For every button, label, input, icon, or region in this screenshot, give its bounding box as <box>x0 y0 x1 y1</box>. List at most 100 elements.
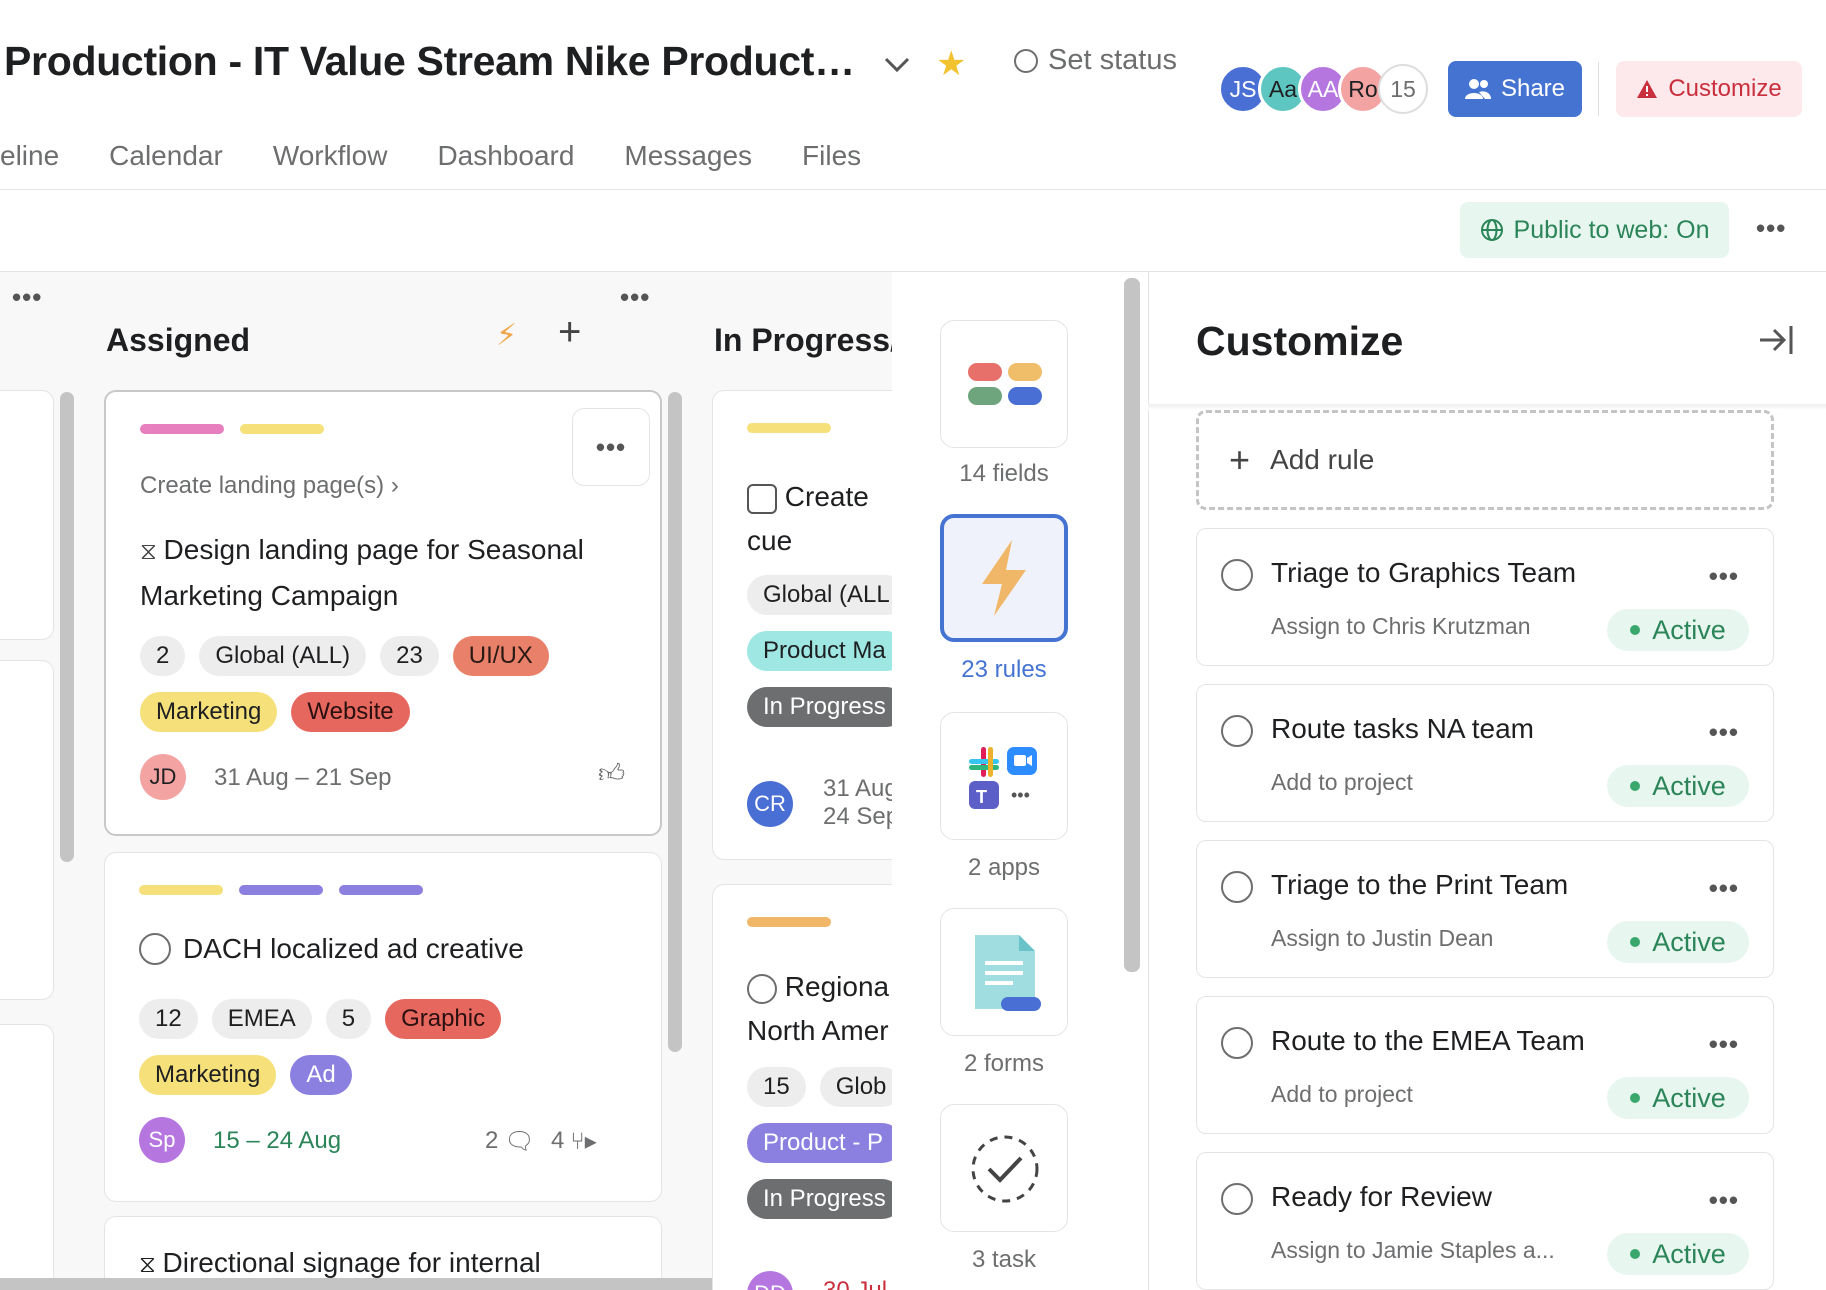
status-badge: Active <box>1607 1233 1749 1275</box>
column-more-icon[interactable]: ••• <box>620 282 650 313</box>
task-templates-tile[interactable] <box>940 1104 1068 1232</box>
like-icon[interactable]: 👍︎ <box>598 758 625 789</box>
task-card[interactable]: DACH localized ad creative 12 EMEA 5 Gra… <box>104 852 662 1202</box>
rule-card[interactable]: Route tasks NA team ••• Add to project A… <box>1196 684 1774 822</box>
chevron-down-icon[interactable] <box>880 50 914 80</box>
rules-tile[interactable] <box>940 514 1068 642</box>
card-more-button[interactable]: ••• <box>572 408 650 486</box>
status-circle-icon <box>1014 48 1038 73</box>
forms-tile[interactable] <box>940 908 1068 1036</box>
avatar[interactable]: CR <box>747 781 793 827</box>
hourglass-icon: ⧖ <box>140 538 164 565</box>
apps-tile[interactable]: T ••• <box>940 712 1068 840</box>
rule-card[interactable]: Route to the EMEA Team ••• Add to projec… <box>1196 996 1774 1134</box>
rule-card[interactable]: Ready for Review ••• Assign to Jamie Sta… <box>1196 1152 1774 1290</box>
due-dates[interactable]: 31 Aug – 21 Sep <box>214 764 392 792</box>
add-task-icon[interactable]: + <box>558 310 581 355</box>
add-rule-button[interactable]: + Add rule <box>1196 410 1774 510</box>
scrollbar[interactable] <box>1124 278 1140 972</box>
check-circle-icon[interactable] <box>747 973 777 1004</box>
tab-messages[interactable]: Messages <box>624 140 752 172</box>
parent-task-link[interactable]: Create landing page(s) › <box>140 472 399 500</box>
project-title[interactable]: Production - IT Value Stream Nike Produc… <box>4 38 864 85</box>
tab-timeline[interactable]: eline <box>0 140 59 172</box>
due-dates[interactable]: 30 Jul <box>823 1277 887 1290</box>
tab-calendar[interactable]: Calendar <box>109 140 223 172</box>
rules-label: 23 rules <box>961 656 1047 683</box>
tab-dashboard[interactable]: Dashboard <box>437 140 574 172</box>
avatar[interactable]: Sp <box>139 1117 185 1163</box>
avatar[interactable]: DD <box>747 1271 793 1290</box>
panel-title: Customize <box>1196 318 1404 364</box>
card-title: Create cue <box>747 481 869 556</box>
share-button[interactable]: Share <box>1448 61 1582 117</box>
tag: Marketing <box>139 1055 277 1095</box>
card-partial[interactable] <box>0 390 54 640</box>
set-status-button[interactable]: Set status <box>1014 44 1177 77</box>
rule-more-icon[interactable]: ••• <box>1709 873 1739 904</box>
more-options-icon[interactable]: ••• <box>1756 213 1786 244</box>
svg-text:T: T <box>976 787 987 807</box>
lightning-icon[interactable]: ⚡ <box>496 318 517 353</box>
card-partial[interactable] <box>0 1024 54 1290</box>
view-tabs: eline Calendar Workflow Dashboard Messag… <box>0 140 911 172</box>
avatar[interactable]: JD <box>140 754 186 800</box>
task-card[interactable]: Regiona North Amer 15 Glob Product - P In… <box>712 884 892 1290</box>
rule-more-icon[interactable]: ••• <box>1709 561 1739 592</box>
task-card[interactable]: Create cue Global (ALL Product Ma In Prog… <box>712 390 892 860</box>
tag: Marketing <box>140 692 278 732</box>
tag: Glob <box>819 1067 892 1107</box>
column-more-icon[interactable]: ••• <box>12 282 42 313</box>
member-avatars[interactable]: JS Aa AA Ro 15 <box>1218 64 1428 114</box>
color-bars <box>747 917 831 927</box>
member-count[interactable]: 15 <box>1378 64 1428 114</box>
public-to-web-button[interactable]: Public to web: On <box>1460 202 1729 258</box>
color-bars <box>139 885 423 895</box>
customize-button[interactable]: Customize <box>1616 61 1802 117</box>
color-bars <box>747 423 831 433</box>
tag: Website <box>291 692 410 732</box>
tag: Product - P <box>747 1123 892 1163</box>
color-bars <box>140 424 324 434</box>
card-partial[interactable] <box>0 660 54 1000</box>
rule-card[interactable]: Triage to the Print Team ••• Assign to J… <box>1196 840 1774 978</box>
fields-icon <box>968 363 1042 405</box>
status-badge: Active <box>1607 609 1749 651</box>
rule-more-icon[interactable]: ••• <box>1709 1029 1739 1060</box>
tag: UI/UX <box>452 636 549 676</box>
star-icon[interactable]: ★ <box>936 44 966 84</box>
rule-action: Assign to Chris Krutzman <box>1271 613 1531 639</box>
rule-more-icon[interactable]: ••• <box>1709 717 1739 748</box>
chevron-circle-icon[interactable] <box>1221 559 1253 591</box>
tag: Ad <box>290 1055 352 1095</box>
subtask-count[interactable]: 4 ⑂▸ <box>551 1127 597 1156</box>
comment-count[interactable]: 2 🗨︎ <box>485 1127 535 1156</box>
tag: Global (ALL) <box>199 636 367 676</box>
chevron-circle-icon[interactable] <box>1221 1183 1253 1215</box>
rule-card[interactable]: Triage to Graphics Team ••• Assign to Ch… <box>1196 528 1774 666</box>
chevron-circle-icon[interactable] <box>1221 1027 1253 1059</box>
tag: Product Ma <box>747 631 892 671</box>
rule-more-icon[interactable]: ••• <box>1709 1185 1739 1216</box>
chevron-circle-icon[interactable] <box>1221 871 1253 903</box>
tab-workflow[interactable]: Workflow <box>273 140 388 172</box>
task-card[interactable]: ••• Create landing page(s) › ⧖ Design la… <box>104 390 662 836</box>
tag: EMEA <box>211 999 312 1039</box>
scrollbar[interactable] <box>60 392 74 862</box>
due-dates[interactable]: 15 – 24 Aug <box>213 1127 341 1155</box>
apps-icon: T ••• <box>969 747 1037 809</box>
check-circle-icon[interactable] <box>139 933 171 965</box>
lightning-icon <box>982 540 1026 616</box>
project-header: Production - IT Value Stream Nike Produc… <box>0 0 1826 190</box>
subtask-icon: ⑂▸ <box>570 1128 597 1155</box>
fields-tile[interactable] <box>940 320 1068 448</box>
chevron-circle-icon[interactable] <box>1221 715 1253 747</box>
board: ••• Assigned ⚡ + ••• ••• Create landing … <box>0 272 892 1290</box>
rule-name: Triage to Graphics Team <box>1271 557 1577 588</box>
column-title-assigned[interactable]: Assigned <box>106 322 250 359</box>
tab-files[interactable]: Files <box>802 140 861 172</box>
column-title-in-progress[interactable]: In Progress/ <box>714 322 892 359</box>
scrollbar[interactable] <box>668 392 682 1052</box>
due-dates[interactable]: 31 Aug 24 Sep <box>823 775 892 831</box>
collapse-panel-icon[interactable] <box>1756 322 1796 358</box>
